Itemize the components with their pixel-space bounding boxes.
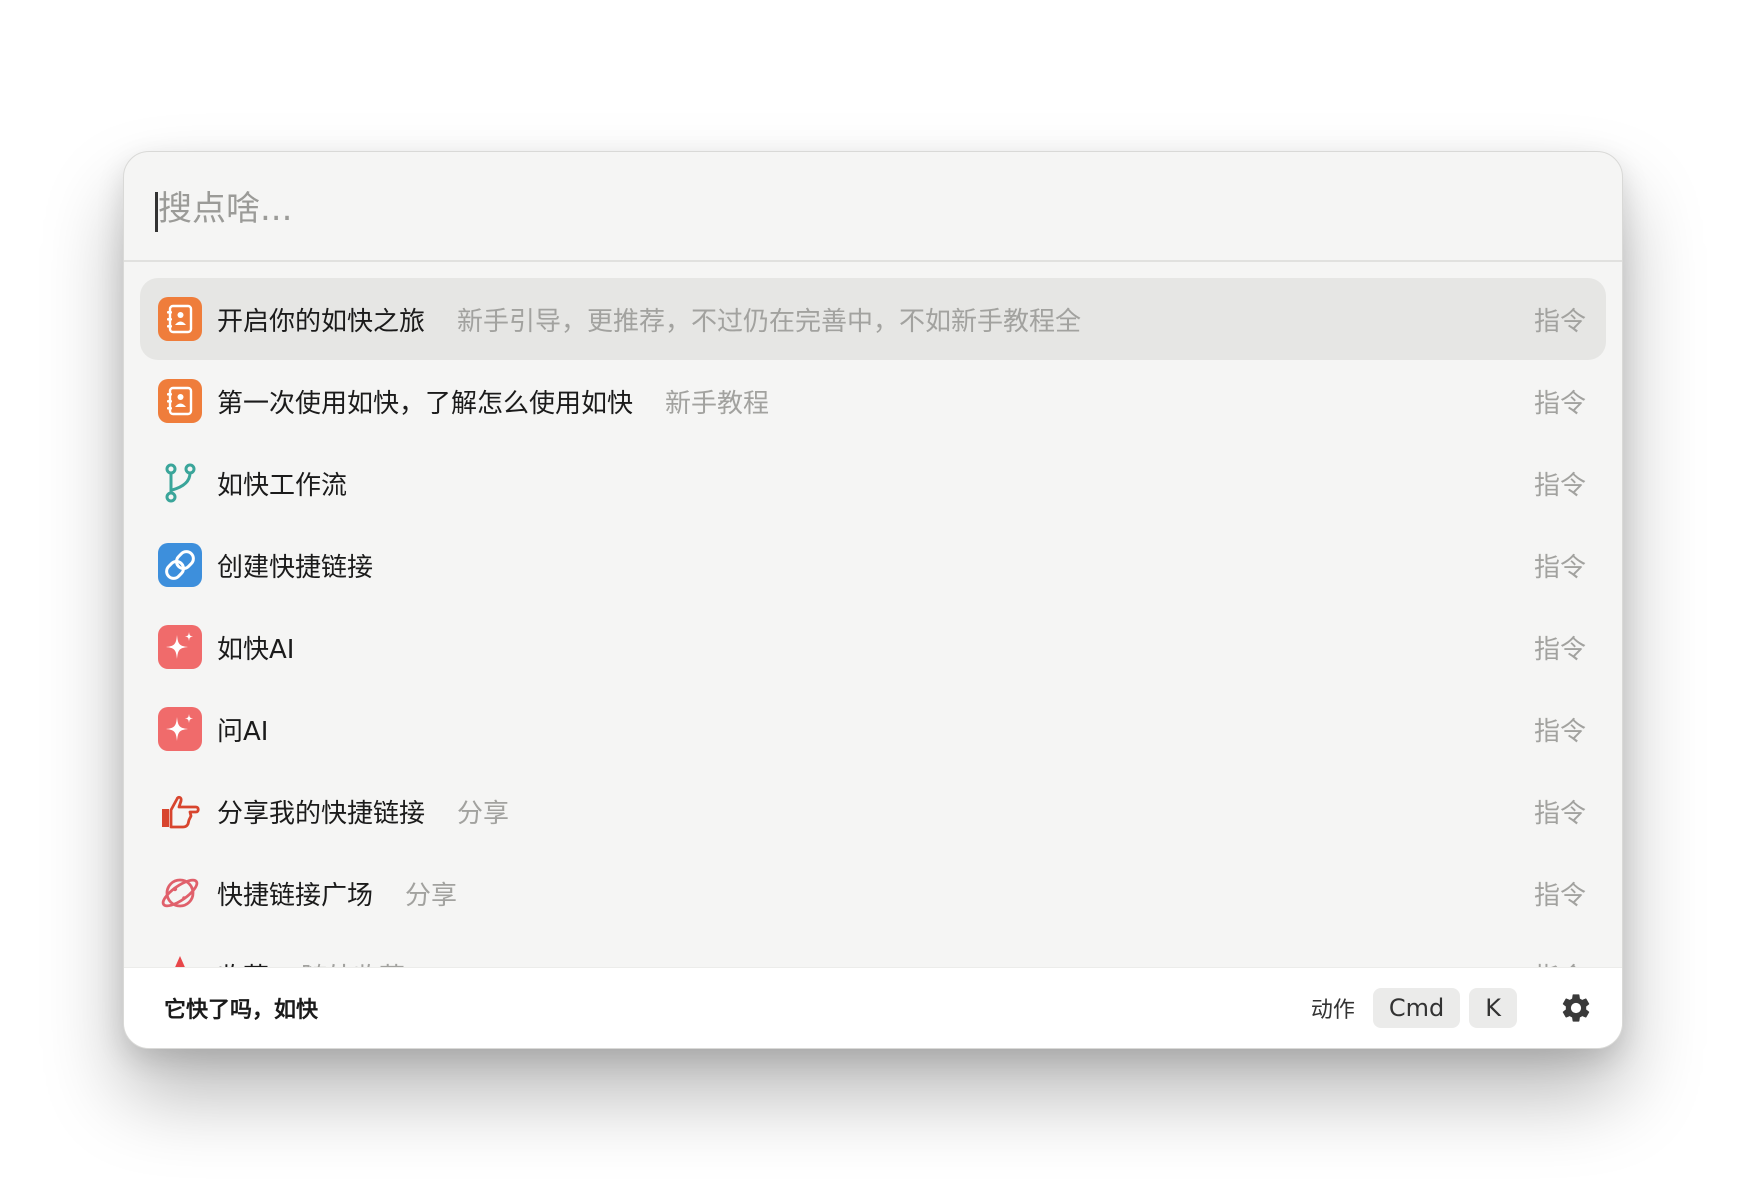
result-kind: 指令 (1533, 388, 1586, 419)
footer-bar: 它快了吗，如快 动作 Cmd K (124, 967, 1622, 1048)
result-title: 如快AI (217, 634, 295, 665)
result-title: 分享我的快捷链接 (217, 798, 426, 829)
result-kind: 指令 (1533, 634, 1586, 665)
result-row[interactable]: 收藏 随处收藏 指令 (140, 934, 1606, 970)
search-input[interactable] (156, 178, 1560, 240)
result-kind: 指令 (1533, 798, 1586, 829)
workflow-branch-icon (158, 461, 202, 505)
actions-label[interactable]: 动作 (1311, 992, 1355, 1024)
result-title: 创建快捷链接 (217, 552, 374, 583)
result-row[interactable]: 分享我的快捷链接 分享 指令 (140, 770, 1606, 852)
gear-icon (1562, 994, 1590, 1022)
planet-icon (158, 871, 202, 915)
footer-actions: 动作 Cmd K (1311, 968, 1596, 1048)
result-row[interactable]: 第一次使用如快，了解怎么使用如快 新手教程 指令 (140, 360, 1606, 442)
notebook-icon (158, 297, 202, 341)
result-row[interactable]: 创建快捷链接 指令 (140, 524, 1606, 606)
link-icon (158, 543, 202, 587)
result-row[interactable]: 开启你的如快之旅 新手引导，更推荐，不过仍在完善中，不如新手教程全 指令 (140, 278, 1606, 360)
result-title: 快捷链接广场 (217, 880, 374, 911)
result-subtitle: 新手教程 (665, 388, 770, 419)
notebook-icon (158, 379, 202, 423)
result-kind: 指令 (1533, 880, 1586, 911)
result-kind: 指令 (1533, 470, 1586, 501)
result-title: 第一次使用如快，了解怎么使用如快 (217, 388, 634, 419)
result-row[interactable]: 如快工作流 指令 (140, 442, 1606, 524)
result-subtitle: 分享 (457, 798, 510, 829)
result-kind: 指令 (1533, 552, 1586, 583)
result-row[interactable]: 快捷链接广场 分享 指令 (140, 852, 1606, 934)
result-kind: 指令 (1533, 306, 1586, 337)
result-title: 问AI (217, 716, 269, 747)
cmd-key: Cmd (1372, 988, 1461, 1028)
result-title: 开启你的如快之旅 (217, 306, 426, 337)
results-list: 开启你的如快之旅 新手引导，更推荐，不过仍在完善中，不如新手教程全 指令 第一次… (140, 278, 1606, 970)
footer-brand: 它快了吗，如快 (164, 998, 319, 1023)
thumbs-up-pointing-icon (158, 789, 202, 833)
launcher-window: 开启你的如快之旅 新手引导，更推荐，不过仍在完善中，不如新手教程全 指令 第一次… (123, 151, 1623, 1049)
result-title: 如快工作流 (217, 470, 348, 501)
ai-sparkle-icon (158, 707, 202, 751)
result-kind: 指令 (1533, 716, 1586, 747)
result-subtitle: 分享 (405, 880, 458, 911)
result-row[interactable]: 问AI 指令 (140, 688, 1606, 770)
ai-sparkle-icon (158, 625, 202, 669)
search-bar (124, 152, 1622, 262)
settings-button[interactable] (1556, 988, 1596, 1028)
result-subtitle: 新手引导，更推荐，不过仍在完善中，不如新手教程全 (457, 306, 1082, 337)
result-row[interactable]: 如快AI 指令 (140, 606, 1606, 688)
k-key: K (1469, 988, 1517, 1028)
